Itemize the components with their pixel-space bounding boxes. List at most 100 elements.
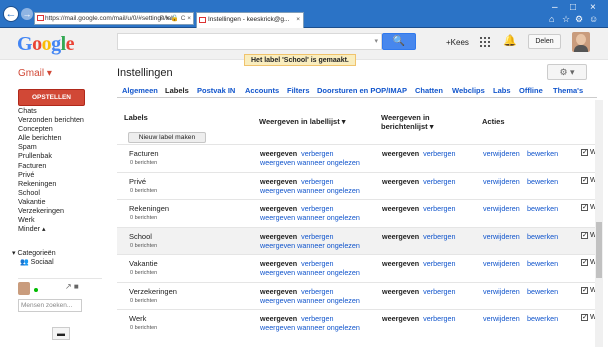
plus-user-link[interactable]: +Kees	[446, 38, 469, 47]
show-if-unread-link[interactable]: weergeven wanneer ongelezen	[260, 268, 360, 277]
compose-button[interactable]: OPSTELLEN	[18, 89, 85, 106]
category-social[interactable]: 👥 Sociaal	[12, 258, 102, 267]
nav-item-rekeningen[interactable]: Rekeningen	[18, 179, 106, 188]
remove-label-link[interactable]: verwijderen	[483, 232, 520, 241]
msglist-show-active[interactable]: weergeven	[382, 177, 419, 186]
chat-toggle-button[interactable]: ▬	[52, 327, 70, 340]
google-logo[interactable]: Google	[17, 33, 75, 56]
hide-link[interactable]: verbergen	[301, 259, 333, 268]
msglist-show-active[interactable]: weergeven	[382, 314, 419, 323]
imap-checkbox[interactable]: ✓	[581, 204, 588, 211]
show-option-active[interactable]: weergeven	[260, 177, 297, 186]
imap-checkbox[interactable]: ✓	[581, 149, 588, 156]
close-tab-icon[interactable]: ×	[296, 13, 300, 27]
favorites-icon[interactable]: ☆	[562, 14, 570, 25]
hide-link[interactable]: verbergen	[301, 232, 333, 241]
tab-postvak-in[interactable]: Postvak IN	[197, 86, 235, 95]
tab-accounts[interactable]: Accounts	[245, 86, 279, 95]
settings-gear-button[interactable]: ⚙ ▾	[547, 64, 587, 80]
show-option-active[interactable]: weergeven	[260, 232, 297, 241]
imap-checkbox[interactable]: ✓	[581, 231, 588, 239]
messagelist-column-header[interactable]: Weergeven in berichtenlijst ▾	[381, 113, 451, 131]
browser-tab[interactable]: Instellingen - keeskrick@g... ×	[196, 12, 304, 28]
nav-item-all-mail[interactable]: Alle berichten	[18, 133, 106, 142]
nav-item-spam[interactable]: Spam	[18, 142, 106, 151]
search-options-chevron-icon[interactable]: ▾	[374, 37, 378, 45]
minimize-button[interactable]: –	[552, 2, 558, 13]
show-if-unread-link[interactable]: weergeven wanneer ongelezen	[260, 296, 360, 305]
imap-checkbox[interactable]: ✓	[581, 286, 588, 294]
labellist-column-header[interactable]: Weergeven in labellijst ▾	[259, 117, 346, 126]
remove-label-link[interactable]: verwijderen	[483, 314, 520, 323]
tab-labels[interactable]: Labels	[165, 86, 189, 95]
edit-label-link[interactable]: bewerken	[527, 177, 558, 186]
msglist-hide-link[interactable]: verbergen	[423, 259, 455, 268]
imap-checkbox[interactable]: ✓	[581, 259, 588, 266]
show-if-unread-link[interactable]: weergeven wanneer ongelezen	[260, 323, 360, 332]
people-search-input[interactable]: Mensen zoeken...	[18, 299, 82, 312]
hide-link[interactable]: verbergen	[301, 149, 333, 158]
msglist-show-active[interactable]: weergeven	[382, 149, 419, 158]
edit-label-link[interactable]: bewerken	[527, 204, 558, 213]
hide-link[interactable]: verbergen	[301, 177, 333, 186]
online-status-icon[interactable]	[34, 288, 38, 292]
nav-item-sent[interactable]: Verzonden berichten	[18, 115, 106, 124]
address-bar-icons[interactable]: P ▾ 🔒 C ×	[160, 13, 191, 24]
chat-action-icons[interactable]: ↗ ■	[65, 282, 79, 291]
chat-avatar[interactable]	[18, 282, 30, 295]
nav-item-prive[interactable]: Privé	[18, 170, 106, 179]
nav-item-chats[interactable]: Chats	[18, 106, 106, 115]
msglist-show-active[interactable]: weergeven	[382, 259, 419, 268]
msglist-show-active[interactable]: weergeven	[382, 204, 419, 213]
edit-label-link[interactable]: bewerken	[527, 259, 558, 268]
tab-forwarding[interactable]: Doorsturen en POP/IMAP	[317, 86, 407, 95]
msglist-hide-link[interactable]: verbergen	[423, 204, 455, 213]
nav-item-trash[interactable]: Prullenbak	[18, 151, 106, 160]
imap-checkbox[interactable]: ✓	[581, 176, 588, 184]
show-option-active[interactable]: weergeven	[260, 204, 297, 213]
show-option-active[interactable]: weergeven	[260, 149, 297, 158]
show-option-active[interactable]: weergeven	[260, 259, 297, 268]
msglist-show-active[interactable]: weergeven	[382, 287, 419, 296]
nav-item-drafts[interactable]: Concepten	[18, 124, 106, 133]
show-if-unread-link[interactable]: weergeven wanneer ongelezen	[260, 241, 360, 250]
show-option-active[interactable]: weergeven	[260, 287, 297, 296]
new-label-button[interactable]: Nieuw label maken	[128, 132, 206, 143]
show-if-unread-link[interactable]: weergeven wanneer ongelezen	[260, 186, 360, 195]
vertical-scrollbar[interactable]	[595, 100, 603, 347]
msglist-hide-link[interactable]: verbergen	[423, 314, 455, 323]
back-button[interactable]: ←	[3, 6, 19, 22]
remove-label-link[interactable]: verwijderen	[483, 204, 520, 213]
msglist-hide-link[interactable]: verbergen	[423, 232, 455, 241]
remove-label-link[interactable]: verwijderen	[483, 177, 520, 186]
tab-webclips[interactable]: Webclips	[452, 86, 485, 95]
apps-grid-icon[interactable]	[480, 37, 490, 47]
categories-toggle[interactable]: ▾ Categorieën	[12, 249, 102, 258]
hide-link[interactable]: verbergen	[301, 204, 333, 213]
maximize-button[interactable]: □	[570, 2, 576, 13]
edit-label-link[interactable]: bewerken	[527, 314, 558, 323]
remove-label-link[interactable]: verwijderen	[483, 287, 520, 296]
remove-label-link[interactable]: verwijderen	[483, 149, 520, 158]
nav-item-school[interactable]: School	[18, 188, 106, 197]
gmail-menu[interactable]: Gmail ▾	[18, 68, 52, 79]
tab-chatten[interactable]: Chatten	[415, 86, 443, 95]
edit-label-link[interactable]: bewerken	[527, 232, 558, 241]
scrollbar-thumb[interactable]	[596, 222, 602, 278]
tab-filters[interactable]: Filters	[287, 86, 310, 95]
tab-labs[interactable]: Labs	[493, 86, 511, 95]
msglist-hide-link[interactable]: verbergen	[423, 177, 455, 186]
nav-item-werk[interactable]: Werk	[18, 215, 106, 224]
smiley-icon[interactable]: ☺	[589, 14, 598, 24]
edit-label-link[interactable]: bewerken	[527, 287, 558, 296]
search-button[interactable]: 🔍	[382, 33, 416, 50]
forward-button[interactable]: →	[21, 8, 33, 20]
show-if-unread-link[interactable]: weergeven wanneer ongelezen	[260, 158, 360, 167]
address-bar[interactable]: https://mail.google.com/mail/u/0/#settin…	[34, 12, 194, 25]
share-button[interactable]: Delen	[528, 34, 561, 49]
msglist-hide-link[interactable]: verbergen	[423, 149, 455, 158]
hide-link[interactable]: verbergen	[301, 314, 333, 323]
account-avatar[interactable]	[572, 32, 590, 52]
nav-item-verzekeringen[interactable]: Verzekeringen	[18, 206, 106, 215]
imap-checkbox[interactable]: ✓	[581, 314, 588, 321]
